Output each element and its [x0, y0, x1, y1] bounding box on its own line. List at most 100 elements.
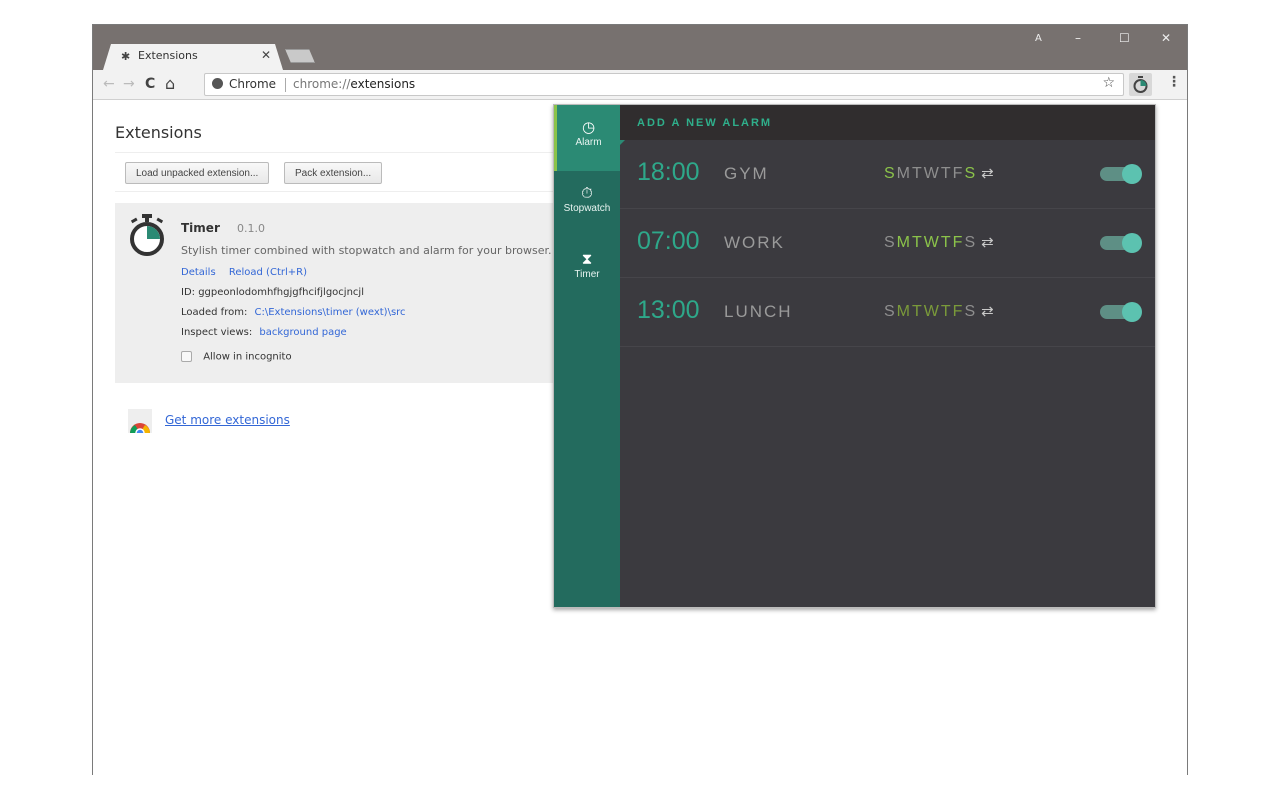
alarm-label: GYM: [724, 164, 769, 183]
alarm-days: SMTWTFS ⇄: [884, 233, 996, 252]
title-bar: ✱ Extensions ✕ A – ☐ ✕: [93, 25, 1187, 70]
new-tab-button[interactable]: [285, 49, 315, 63]
day-toggle[interactable]: T: [912, 303, 924, 320]
alarm-panel: ADD A NEW ALARM 18:00 GYM SMTWTFS ⇄ 07:00 WOR…: [620, 105, 1155, 607]
day-toggle[interactable]: W: [924, 303, 941, 320]
bookmark-star-icon[interactable]: ☆: [1102, 75, 1115, 91]
alarm-row[interactable]: 18:00 GYM SMTWTFS ⇄: [620, 140, 1155, 209]
day-toggle[interactable]: S: [884, 303, 897, 320]
menu-icon[interactable]: ⋮: [1167, 74, 1181, 90]
loaded-from-path[interactable]: C:\Extensions\timer (wext)\src: [255, 307, 406, 318]
stopwatch-icon: [1133, 76, 1148, 93]
alarm-time: 07:00: [637, 227, 700, 255]
profile-button[interactable]: A: [1035, 33, 1042, 44]
reload-button[interactable]: C: [145, 76, 155, 92]
day-toggle[interactable]: T: [912, 234, 924, 251]
alarm-enable-toggle[interactable]: [1100, 164, 1142, 184]
extension-description: Stylish timer combined with stopwatch an…: [181, 244, 552, 257]
day-toggle[interactable]: W: [924, 234, 941, 251]
alarm-row[interactable]: 13:00 LUNCH SMTWTFS ⇄: [620, 278, 1155, 347]
day-toggle[interactable]: F: [953, 303, 965, 320]
timer-logo-icon: [130, 214, 164, 256]
divider: [115, 152, 595, 153]
incognito-option: Allow in incognito: [181, 351, 292, 363]
alarm-label: WORK: [724, 233, 785, 252]
toggle-knob: [1122, 233, 1142, 253]
day-toggle[interactable]: F: [953, 165, 965, 182]
url-prefix: chrome://: [293, 77, 351, 91]
sidebar-item-stopwatch[interactable]: ⏱ Stopwatch: [554, 171, 620, 237]
timer-popup: ◷ Alarm ⏱ Stopwatch ⧗ Timer ADD A NEW AL…: [553, 104, 1156, 608]
day-toggle[interactable]: S: [884, 234, 897, 251]
details-link[interactable]: Details: [181, 267, 216, 278]
day-toggle[interactable]: S: [964, 234, 977, 251]
tab-close-icon[interactable]: ✕: [261, 48, 271, 62]
puzzle-icon: ✱: [121, 50, 131, 63]
day-toggle[interactable]: S: [884, 165, 897, 182]
chrome-icon: [212, 78, 223, 89]
day-toggle[interactable]: T: [941, 165, 953, 182]
tab-extensions[interactable]: ✱ Extensions ✕: [103, 44, 283, 70]
alarm-row[interactable]: 07:00 WORK SMTWTFS ⇄: [620, 209, 1155, 278]
scheme-label: Chrome: [229, 77, 277, 91]
background-page-link[interactable]: background page: [259, 327, 346, 338]
webstore-icon: [128, 409, 152, 433]
day-toggle[interactable]: S: [964, 165, 977, 182]
incognito-label: Allow in incognito: [203, 351, 292, 363]
day-toggle[interactable]: M: [897, 234, 912, 251]
close-button[interactable]: ✕: [1161, 31, 1171, 45]
extension-version: 0.1.0: [237, 222, 265, 235]
day-toggle[interactable]: T: [912, 165, 924, 182]
minimize-button[interactable]: –: [1075, 31, 1081, 45]
repeat-icon[interactable]: ⇄: [981, 234, 996, 251]
extension-links: Details Reload (Ctrl+R): [181, 267, 307, 278]
day-toggle[interactable]: W: [924, 165, 941, 182]
clock-icon: ◷: [581, 118, 596, 136]
day-toggle[interactable]: T: [941, 303, 953, 320]
repeat-icon[interactable]: ⇄: [981, 165, 996, 182]
page-title: Extensions: [115, 123, 202, 142]
incognito-checkbox[interactable]: [181, 351, 192, 362]
alarm-enable-toggle[interactable]: [1100, 233, 1142, 253]
tab-title: Extensions: [138, 49, 198, 62]
back-button[interactable]: ←: [103, 76, 115, 92]
divider: [285, 78, 286, 92]
alarm-days: SMTWTFS ⇄: [884, 164, 996, 183]
extension-card: Timer 0.1.0 Stylish timer combined with …: [115, 203, 575, 383]
add-alarm-button[interactable]: ADD A NEW ALARM: [620, 105, 1155, 140]
stopwatch-icon: ⏱: [581, 184, 593, 202]
sidebar-label: Alarm: [575, 137, 602, 148]
sidebar-item-alarm[interactable]: ◷ Alarm: [554, 105, 626, 171]
maximize-button[interactable]: ☐: [1119, 31, 1130, 45]
toggle-knob: [1122, 164, 1142, 184]
day-toggle[interactable]: S: [964, 303, 977, 320]
inspect-views-label: Inspect views:: [181, 327, 253, 338]
day-toggle[interactable]: T: [941, 234, 953, 251]
timer-extension-button[interactable]: [1129, 73, 1152, 96]
popup-sidebar: ◷ Alarm ⏱ Stopwatch ⧗ Timer: [554, 105, 626, 607]
day-toggle[interactable]: F: [953, 234, 965, 251]
forward-button[interactable]: →: [123, 76, 135, 92]
alarm-label: LUNCH: [724, 302, 793, 321]
toolbar: ← → C ⌂ Chrome chrome://extensions ☆ ⋮: [93, 70, 1187, 100]
load-unpacked-button[interactable]: Load unpacked extension...: [125, 162, 270, 184]
day-toggle[interactable]: M: [897, 303, 912, 320]
get-more-extensions-link[interactable]: Get more extensions: [165, 413, 290, 427]
repeat-icon[interactable]: ⇄: [981, 303, 996, 320]
extension-name: Timer: [181, 221, 220, 235]
reload-link[interactable]: Reload (Ctrl+R): [229, 267, 307, 278]
alarm-enable-toggle[interactable]: [1100, 302, 1142, 322]
sidebar-item-timer[interactable]: ⧗ Timer: [554, 237, 620, 303]
divider: [115, 191, 595, 192]
pack-extension-button[interactable]: Pack extension...: [284, 162, 383, 184]
toggle-knob: [1122, 302, 1142, 322]
home-button[interactable]: ⌂: [165, 74, 175, 93]
alarm-days: SMTWTFS ⇄: [884, 302, 996, 321]
day-toggle[interactable]: M: [897, 165, 912, 182]
sidebar-label: Stopwatch: [563, 203, 611, 214]
address-bar[interactable]: Chrome chrome://extensions ☆: [204, 73, 1124, 96]
url-main: extensions: [350, 77, 416, 91]
sidebar-label: Timer: [574, 269, 600, 280]
hourglass-icon: ⧗: [581, 250, 593, 268]
alarm-time: 18:00: [637, 158, 700, 186]
